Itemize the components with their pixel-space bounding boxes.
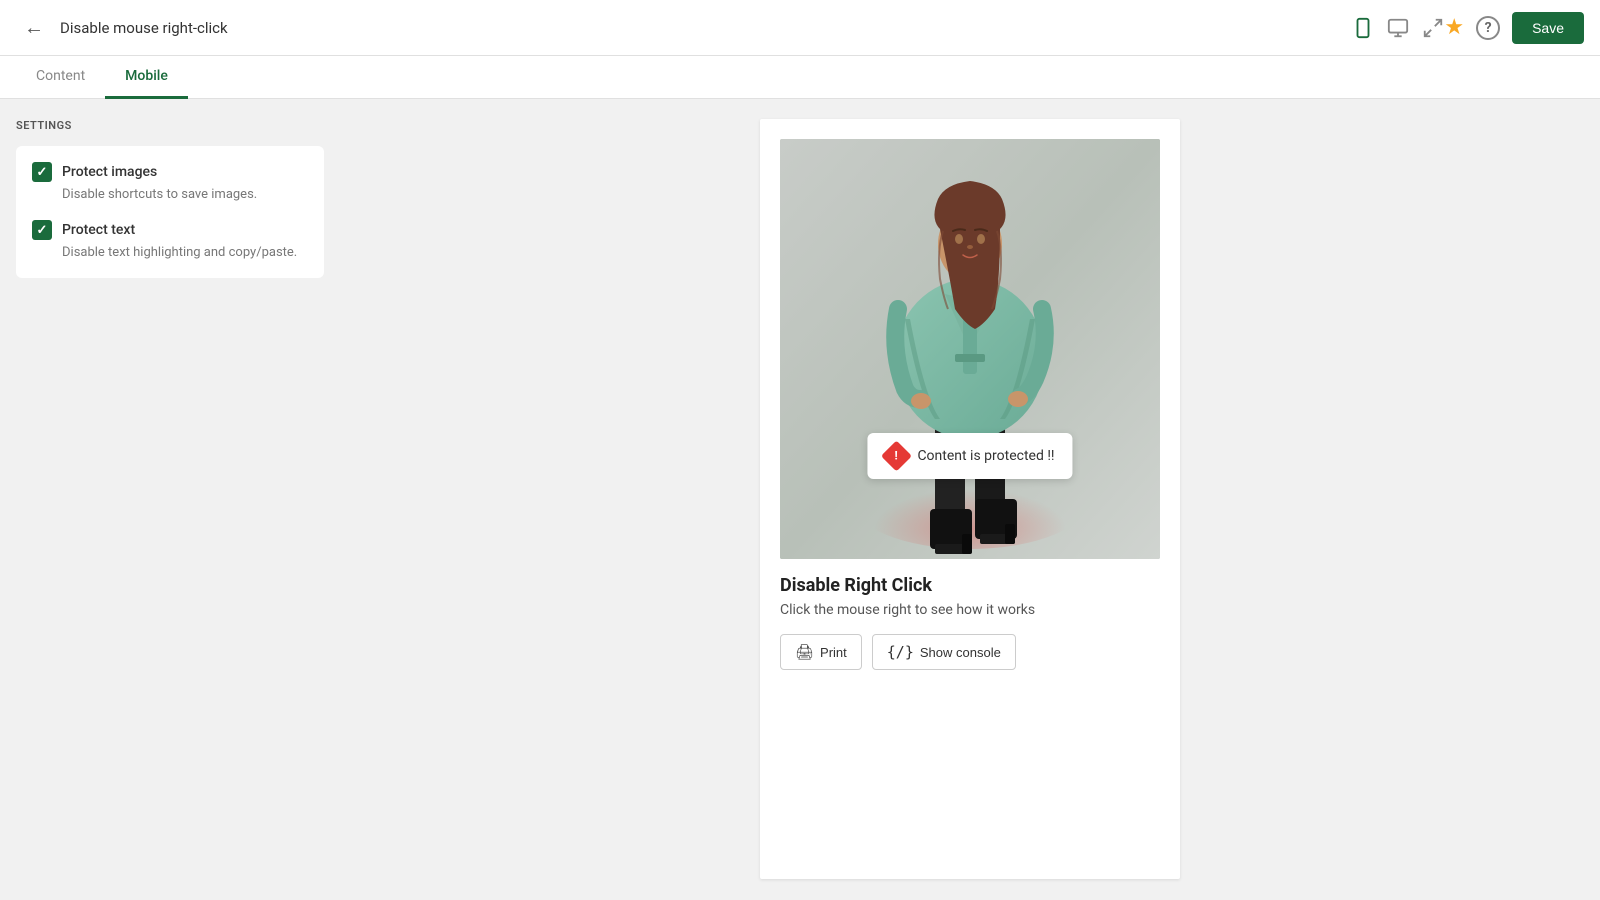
protect-text-item: ✓ Protect text Disable text highlighting… [32,220,308,262]
protect-text-desc: Disable text highlighting and copy/paste… [62,244,308,262]
preview-actions: 🖨 Print {/} Show console [780,634,1160,670]
protect-images-desc: Disable shortcuts to save images. [62,186,308,204]
woman-figure-svg [780,139,1160,559]
preview-area: ! Content is protected !! Disable Right … [340,99,1600,898]
settings-label: SETTINGS [16,119,324,132]
save-button[interactable]: Save [1512,12,1584,44]
page-title: Disable mouse right-click [60,19,1352,37]
print-button[interactable]: 🖨 Print [780,634,862,670]
content-protected-toast: ! Content is protected !! [867,433,1072,479]
print-icon: 🖨 [795,643,814,661]
console-icon: {/} [887,643,914,661]
star-icon[interactable]: ★ [1444,15,1464,40]
protect-text-checkbox[interactable]: ✓ [32,220,52,240]
toast-message: Content is protected !! [917,448,1054,464]
tabs-bar: Content Mobile [0,56,1600,99]
mobile-view-icon[interactable] [1352,17,1374,39]
protect-images-row: ✓ Protect images [32,162,308,182]
desktop-view-icon[interactable] [1386,17,1410,39]
protect-text-title: Protect text [62,222,135,238]
back-button[interactable]: ← [16,10,52,46]
warning-icon: ! [881,440,912,471]
check-icon-2: ✓ [37,223,48,238]
preview-subtext: Click the mouse right to see how it work… [780,602,1160,618]
preview-image: ! Content is protected !! [780,139,1160,559]
header: ← Disable mouse right-click ★ ? Save [0,0,1600,56]
protect-images-item: ✓ Protect images Disable shortcuts to sa… [32,162,308,204]
device-icons [1352,17,1444,39]
settings-card: ✓ Protect images Disable shortcuts to sa… [16,146,324,278]
protect-images-checkbox[interactable]: ✓ [32,162,52,182]
protect-images-title: Protect images [62,164,157,180]
main-layout: SETTINGS ✓ Protect images Disable shortc… [0,99,1600,898]
protect-text-row: ✓ Protect text [32,220,308,240]
show-console-button[interactable]: {/} Show console [872,634,1016,670]
header-right: ★ ? Save [1444,12,1584,44]
show-console-label: Show console [920,645,1001,660]
sidebar: SETTINGS ✓ Protect images Disable shortc… [0,99,340,898]
check-icon: ✓ [37,165,48,180]
warning-exclamation: ! [895,449,898,463]
print-label: Print [820,645,847,660]
back-icon: ← [24,15,44,40]
help-icon[interactable]: ? [1476,16,1500,40]
expand-icon[interactable] [1422,17,1444,39]
tab-mobile[interactable]: Mobile [105,56,188,99]
preview-container: ! Content is protected !! Disable Right … [760,119,1180,879]
tab-content[interactable]: Content [16,56,105,99]
preview-heading: Disable Right Click [780,575,1160,596]
preview-image-wrapper: ! Content is protected !! [780,139,1160,559]
